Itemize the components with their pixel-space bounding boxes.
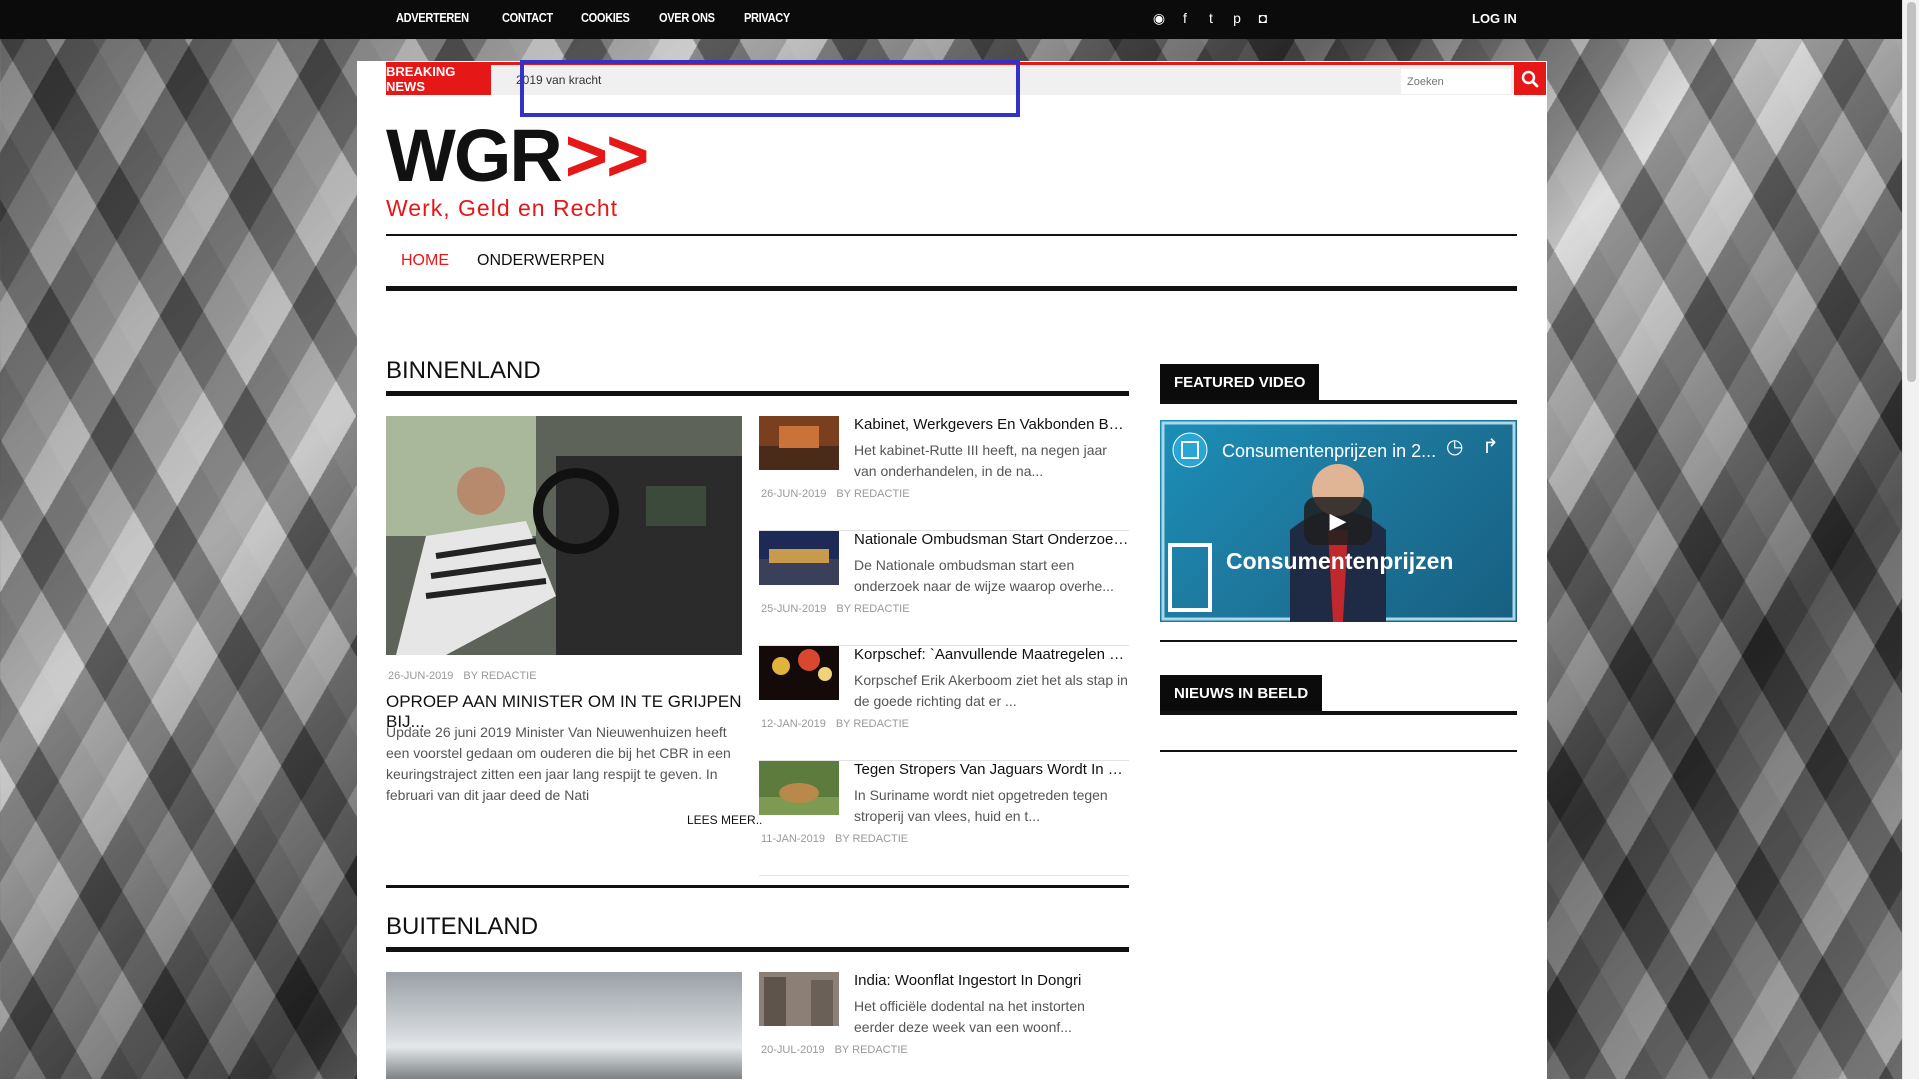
nieuws-in-beeld-widget: NIEUWS IN BEELD	[1160, 675, 1517, 715]
feature-excerpt: Update 26 juni 2019 Minister Van Nieuwen…	[386, 724, 731, 803]
video-embed[interactable]: Consumentenprijzen in 2... ◷ ↱ ▶ Consume…	[1160, 420, 1517, 622]
page-scrollbar[interactable]	[1902, 0, 1919, 1079]
breaking-news-bar: BREAKING NEWS 2019 van kracht	[386, 60, 1546, 117]
feature-author[interactable]: BY REDACTIE	[463, 670, 536, 682]
search-button[interactable]	[1514, 62, 1546, 95]
top-nav: ADVERTEREN CONTACT COOKIES OVER ONS PRIV…	[396, 10, 798, 25]
item-excerpt: Het officiële dodental na het instorten …	[854, 998, 1085, 1035]
item-excerpt: Het kabinet-Rutte III heeft, na negen ja…	[854, 442, 1107, 479]
item-author[interactable]: BY REDACTIE	[836, 718, 909, 730]
feature-date: 26-JUN-2019	[388, 670, 454, 682]
item-author[interactable]: BY REDACTIE	[835, 1044, 908, 1056]
topnav-privacy-link[interactable]: PRIVACY	[744, 10, 790, 25]
item-title[interactable]: Tegen Stropers Van Jaguars Wordt In Suri…	[854, 761, 1129, 778]
item-date: 26-JUN-2019	[761, 488, 827, 500]
feature-photo	[386, 416, 742, 655]
video-title[interactable]: Consumentenprijzen in 2...	[1222, 441, 1436, 462]
facebook-icon[interactable]: f	[1178, 11, 1192, 26]
content-container: BREAKING NEWS 2019 van kracht WGR >> Wer…	[357, 60, 1547, 1079]
item-thumbnail	[759, 416, 839, 470]
pinterest-icon[interactable]: p	[1230, 11, 1244, 26]
section-divider	[386, 885, 1129, 888]
search-input[interactable]	[1401, 69, 1511, 94]
item-author[interactable]: BY REDACTIE	[836, 603, 909, 615]
item-date: 25-JUN-2019	[761, 603, 827, 615]
featured-video-heading: FEATURED VIDEO	[1160, 364, 1320, 400]
nav-onderwerpen[interactable]: ONDERWERPEN	[477, 252, 605, 270]
site-logo[interactable]: WGR >> Werk, Geld en Recht	[386, 114, 649, 222]
social-links: ◉ f t p ◘	[1152, 11, 1270, 26]
login-link[interactable]: LOG IN	[1472, 11, 1517, 26]
search-icon	[1521, 70, 1539, 87]
topnav-about-link[interactable]: OVER ONS	[659, 10, 715, 25]
item-date: 20-JUL-2019	[761, 1044, 825, 1056]
feature-meta: 26-JUN-2019 BY REDACTIE	[388, 670, 537, 682]
sidebar-divider	[1160, 750, 1517, 752]
item-excerpt: De Nationale ombudsman start een onderzo…	[854, 557, 1114, 594]
scrollbar-thumb[interactable]	[1907, 2, 1916, 382]
clock-icon[interactable]: ◷	[1446, 434, 1463, 459]
item-title[interactable]: Korpschef: `Aanvullende Maatregelen Jaar…	[854, 646, 1129, 663]
item-author[interactable]: BY REDACTIE	[835, 833, 908, 845]
item-thumbnail	[759, 531, 839, 585]
breaking-news-label: BREAKING NEWS	[386, 62, 491, 95]
logo-arrows: >>	[564, 114, 649, 197]
item-meta: 12-JAN-2019 BY REDACTIE	[761, 718, 909, 730]
item-author[interactable]: BY REDACTIE	[836, 488, 909, 500]
twitter-icon[interactable]: t	[1204, 11, 1218, 26]
main-nav: HOME ONDERWERPEN	[386, 234, 1517, 291]
item-title[interactable]: Kabinet, Werkgevers En Vakbonden Bereike…	[854, 416, 1129, 433]
read-more-link[interactable]: LEES MEER..	[687, 813, 762, 827]
item-date: 12-JAN-2019	[761, 718, 826, 730]
list-item[interactable]: Korpschef: `Aanvullende Maatregelen Jaar…	[759, 646, 1129, 761]
ticker-highlight-box	[520, 60, 1020, 117]
section-title-binnenland[interactable]: BINNENLAND	[386, 357, 1129, 396]
nav-home[interactable]: HOME	[401, 252, 449, 270]
play-icon: ▶	[1329, 508, 1347, 533]
item-excerpt: In Suriname wordt niet opgetreden tegen …	[854, 787, 1108, 824]
item-meta: 11-JAN-2019 BY REDACTIE	[761, 833, 908, 845]
logo-mark: WGR >>	[386, 114, 649, 197]
feature-image[interactable]	[386, 416, 742, 655]
channel-avatar-icon[interactable]	[1172, 432, 1208, 468]
list-item[interactable]: Tegen Stropers Van Jaguars Wordt In Suri…	[759, 761, 1129, 876]
item-excerpt: Korpschef Erik Akerboom ziet het als sta…	[854, 672, 1128, 709]
list-item[interactable]: Kabinet, Werkgevers En Vakbonden Bereike…	[759, 416, 1129, 531]
share-icon[interactable]: ↱	[1482, 434, 1499, 459]
item-meta: 26-JUN-2019 BY REDACTIE	[761, 488, 910, 500]
sidebar-divider	[1160, 640, 1517, 642]
featured-video-widget: FEATURED VIDEO	[1160, 364, 1517, 404]
play-button[interactable]: ▶	[1304, 497, 1372, 545]
logo-text: WGR	[386, 114, 563, 197]
item-date: 11-JAN-2019	[761, 833, 825, 845]
topnav-contact-link[interactable]: CONTACT	[502, 10, 553, 25]
topnav-cookies-link[interactable]: COOKIES	[581, 10, 630, 25]
item-thumbnail	[759, 646, 839, 700]
item-thumbnail	[759, 972, 839, 1026]
topnav-advertise-link[interactable]: ADVERTEREN	[396, 10, 469, 25]
rss-icon[interactable]: ◉	[1152, 11, 1166, 26]
list-item[interactable]: Nationale Ombudsman Start Onderzoek Naar…	[759, 531, 1129, 646]
instagram-icon[interactable]: ◘	[1256, 11, 1270, 26]
logo-subtitle: Werk, Geld en Recht	[386, 195, 619, 221]
item-title[interactable]: Nationale Ombudsman Start Onderzoek Naar…	[854, 531, 1129, 548]
item-thumbnail	[759, 761, 839, 815]
nieuws-in-beeld-heading: NIEUWS IN BEELD	[1160, 675, 1323, 711]
top-bar: ADVERTEREN CONTACT COOKIES OVER ONS PRIV…	[0, 0, 1902, 39]
buitenland-feature-image[interactable]	[386, 972, 742, 1079]
list-item[interactable]: India: Woonflat Ingestort In Dongri Het …	[759, 972, 1129, 1079]
item-meta: 25-JUN-2019 BY REDACTIE	[761, 603, 910, 615]
section-title-buitenland[interactable]: BUITENLAND	[386, 913, 1129, 952]
item-meta: 20-JUL-2019 BY REDACTIE	[761, 1044, 908, 1056]
item-title[interactable]: India: Woonflat Ingestort In Dongri	[854, 972, 1129, 989]
video-brand-text: Consumentenprijzen	[1226, 548, 1454, 574]
